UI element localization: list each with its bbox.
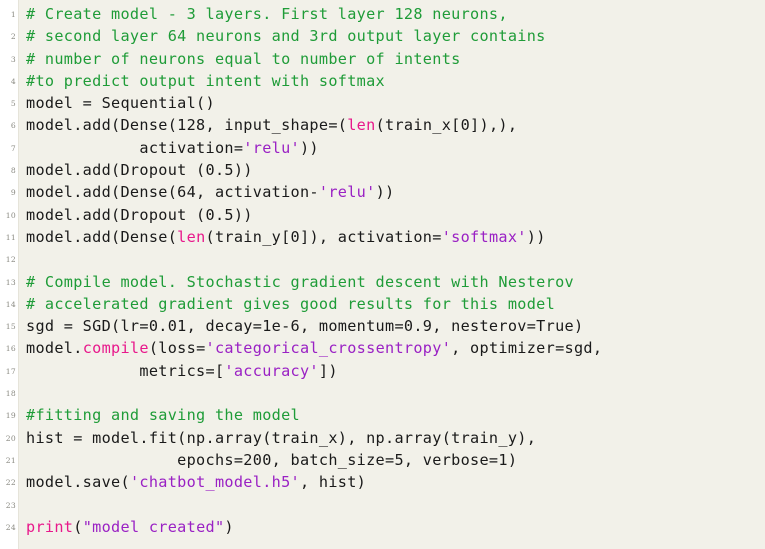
code-token-string: 'softmax' <box>441 227 527 246</box>
code-token-plain: ( <box>73 517 83 536</box>
code-line[interactable]: 5 model = Sequential() <box>0 92 765 114</box>
code-token-string: 'accuracy' <box>224 361 319 380</box>
code-token-builtin: len <box>347 116 376 135</box>
line-number: 23 <box>5 500 16 510</box>
code-token-plain: (train_x[0]),), <box>375 116 518 135</box>
line-number: 4 <box>10 76 16 86</box>
code-token-comment: # second layer 64 neurons and 3rd output… <box>26 27 546 46</box>
code-token-string: "model created" <box>82 517 225 536</box>
line-number: 16 <box>5 344 16 354</box>
line-number: 13 <box>5 277 16 287</box>
line-number: 7 <box>10 143 16 153</box>
code-token-plain: , hist) <box>300 473 367 492</box>
code-line[interactable]: 20 hist = model.fit(np.array(train_x), np… <box>0 427 765 449</box>
line-number: 1 <box>10 10 16 19</box>
code-line[interactable]: 4 #to predict output intent with softmax <box>0 70 765 92</box>
code-token-plain: )) <box>375 183 395 202</box>
code-line[interactable]: 21 epochs=200, batch_size=5, verbose=1) <box>0 449 765 471</box>
line-number: 17 <box>5 366 16 376</box>
code-line[interactable]: 8 model.add(Dropout (0.5)) <box>0 159 765 181</box>
line-number: 20 <box>5 433 16 443</box>
code-line[interactable]: 12 <box>0 248 765 270</box>
code-line[interactable]: 17 metrics=['accuracy']) <box>0 360 765 382</box>
code-line[interactable]: 10 model.add(Dropout (0.5)) <box>0 204 765 226</box>
line-number: 10 <box>5 210 16 220</box>
code-line[interactable]: 7 activation='relu')) <box>0 137 765 159</box>
code-line[interactable]: 2 # second layer 64 neurons and 3rd outpu… <box>0 25 765 47</box>
line-number: 2 <box>10 32 16 42</box>
line-number: 5 <box>10 99 16 109</box>
line-number: 22 <box>5 478 16 488</box>
code-token-comment: #fitting and saving the model <box>26 406 300 425</box>
line-number: 3 <box>10 54 16 64</box>
code-line[interactable]: 11 model.add(Dense(len(train_y[0]), activ… <box>0 226 765 248</box>
code-token-string: 'categorical_crossentropy' <box>205 339 452 358</box>
code-line[interactable]: 3 # number of neurons equal to number of … <box>0 48 765 70</box>
code-token-string: 'relu' <box>318 183 376 202</box>
line-number: 14 <box>5 299 16 309</box>
code-token-plain: (loss= <box>148 339 206 358</box>
line-number: 11 <box>5 232 16 242</box>
code-line[interactable]: 24 print("model created") <box>0 516 765 538</box>
line-number: 21 <box>5 455 16 465</box>
code-line[interactable]: 14 # accelerated gradient gives good resu… <box>0 293 765 315</box>
code-token-plain: model.save( <box>26 473 130 492</box>
code-token-plain: model.add(Dense(64, activation- <box>26 183 319 202</box>
code-token-plain: )) <box>526 227 546 246</box>
code-token-builtin: len <box>177 227 206 246</box>
code-line[interactable]: 1 # Create model - 3 layers. First layer … <box>0 3 765 25</box>
code-token-builtin: print <box>26 517 74 536</box>
code-token-plain: sgd = SGD(lr=0.01, decay=1e-6, momentum=… <box>26 317 584 336</box>
code-token-plain: hist = model.fit(np.array(train_x), np.a… <box>26 428 537 447</box>
code-token-plain: epochs=200, batch_size=5, verbose=1) <box>26 450 518 469</box>
code-token-plain: model. <box>26 339 83 358</box>
code-token-plain: model.add(Dense(128, input_shape=( <box>26 116 348 135</box>
code-line[interactable]: 16 model.compile(loss='categorical_crosse… <box>0 337 765 359</box>
line-number: 12 <box>5 255 16 265</box>
code-token-plain: model.add(Dropout (0.5)) <box>26 205 253 224</box>
code-token-plain: ) <box>224 517 234 536</box>
code-token-comment: # number of neurons equal to number of i… <box>26 49 461 68</box>
code-line[interactable]: 23 <box>0 494 765 516</box>
code-line[interactable]: 13 # Compile model. Stochastic gradient d… <box>0 271 765 293</box>
code-token-comment: #to predict output intent with softmax <box>26 71 386 90</box>
line-number: 18 <box>5 389 16 399</box>
line-number: 19 <box>5 411 16 421</box>
line-number: 9 <box>10 188 16 198</box>
code-token-plain: ]) <box>318 361 338 380</box>
code-line[interactable]: 15 sgd = SGD(lr=0.01, decay=1e-6, momentu… <box>0 315 765 337</box>
code-token-plain: model.add(Dropout (0.5)) <box>26 161 253 180</box>
code-line[interactable]: 6 model.add(Dense(128, input_shape=(len(t… <box>0 114 765 136</box>
code-token-string: 'relu' <box>243 138 300 157</box>
code-token-plain: model = Sequential() <box>26 94 215 113</box>
code-token-comment: # accelerated gradient gives good result… <box>26 294 556 313</box>
code-token-plain: metrics=[ <box>26 361 225 380</box>
code-token-plain: , optimizer=sgd, <box>451 339 603 358</box>
code-lines-container[interactable]: 1 # Create model - 3 layers. First layer … <box>0 3 765 538</box>
code-token-builtin: compile <box>82 339 149 358</box>
line-number: 6 <box>10 121 16 131</box>
code-token-comment: # Compile model. Stochastic gradient des… <box>26 272 574 291</box>
code-line[interactable]: 18 <box>0 382 765 404</box>
code-token-plain: activation= <box>26 138 244 157</box>
code-line[interactable]: 19 #fitting and saving the model <box>0 404 765 426</box>
code-token-comment: # Create model - 3 layers. First layer 1… <box>26 5 508 23</box>
line-number: 15 <box>5 322 16 332</box>
line-number: 8 <box>10 166 16 176</box>
code-line[interactable]: 22 model.save('chatbot_model.h5', hist) <box>0 471 765 493</box>
code-token-plain: (train_y[0]), activation= <box>205 227 442 246</box>
code-token-plain: )) <box>299 138 319 157</box>
code-token-string: 'chatbot_model.h5' <box>129 473 300 492</box>
code-line[interactable]: 9 model.add(Dense(64, activation-'relu')) <box>0 181 765 203</box>
code-token-plain: model.add(Dense( <box>26 227 178 246</box>
code-listing: 1 # Create model - 3 layers. First layer … <box>0 0 765 549</box>
line-number: 24 <box>5 522 16 532</box>
